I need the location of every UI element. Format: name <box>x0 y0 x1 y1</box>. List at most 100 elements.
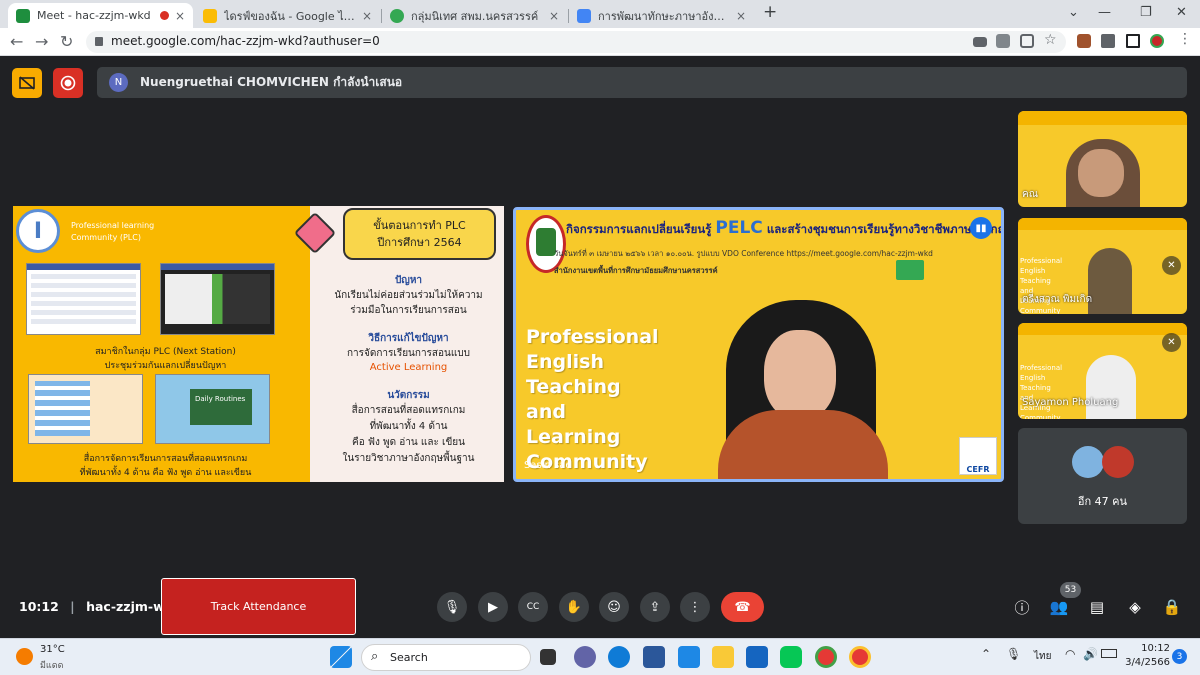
puzzle-icon[interactable] <box>1101 34 1115 48</box>
present-button[interactable]: ⇪ <box>640 592 670 622</box>
tab-strip: Meet - hac-zzjm-wkd × ไดรฟ์ของฉัน - Goog… <box>0 0 1200 28</box>
participant-person <box>1088 248 1132 314</box>
more-participants-tile[interactable]: อีก 47 คน <box>1018 428 1187 524</box>
line-icon[interactable] <box>780 646 802 668</box>
bookmark-star-icon[interactable]: ☆ <box>1044 32 1058 48</box>
captions-button[interactable]: CC <box>518 592 548 622</box>
pelc-text: PELC <box>715 218 763 238</box>
chat-icon[interactable]: ▤ <box>1086 596 1108 618</box>
presenting-banner: N Nuengruethai CHOMVICHEN กำลังนำเสนอ <box>97 67 1187 98</box>
captions-icon: CC <box>526 602 540 612</box>
tray-mic-icon[interactable]: 🎙 <box>1006 647 1021 661</box>
profile-avatar[interactable] <box>1150 34 1164 48</box>
participant-avatar <box>1072 446 1104 478</box>
camera-icon[interactable] <box>973 37 987 47</box>
speaker-person <box>696 260 906 479</box>
wifi-icon[interactable]: ◠ <box>1065 647 1075 661</box>
leave-call-button[interactable]: ☎ <box>721 592 764 622</box>
tab-title: ไดรฟ์ของฉัน - Google ไดรฟ์ <box>224 9 356 23</box>
forward-arrow-icon[interactable]: → <box>35 32 48 51</box>
reactions-button[interactable]: ☺ <box>599 592 629 622</box>
camera-button[interactable]: ▶ <box>478 592 508 622</box>
clock-date[interactable]: 3/4/2566 <box>1124 657 1170 668</box>
share-icon[interactable] <box>1020 34 1034 48</box>
activities-icon[interactable]: ◈ <box>1124 596 1146 618</box>
people-icon[interactable]: 👥 <box>1048 596 1070 618</box>
clock-time[interactable]: 10:12 <box>1124 643 1170 654</box>
record-icon[interactable] <box>53 68 83 98</box>
battery-icon[interactable] <box>1101 649 1117 658</box>
reload-icon[interactable]: ↻ <box>60 32 73 51</box>
chrome-icon[interactable] <box>815 646 837 668</box>
start-icon[interactable] <box>330 646 352 668</box>
file-explorer-icon[interactable] <box>712 646 734 668</box>
meeting-info: 10:12 | hac-zzjm-wkd <box>19 599 182 614</box>
present-off-icon[interactable] <box>12 68 42 98</box>
notification-badge[interactable]: 3 <box>1172 649 1187 664</box>
chrome-profile-icon[interactable] <box>849 646 871 668</box>
tab-meet[interactable]: Meet - hac-zzjm-wkd × <box>8 3 193 28</box>
input-language[interactable]: ไทย <box>1034 649 1051 664</box>
edge-icon[interactable] <box>608 646 630 668</box>
close-window-icon[interactable]: ✕ <box>1176 5 1187 20</box>
meet-favicon-icon <box>16 8 30 23</box>
mic-button[interactable]: 🎙 <box>437 592 467 622</box>
taskbar-search[interactable]: ⌕ Search <box>361 644 531 671</box>
raise-hand-button[interactable]: ✋ <box>559 592 589 622</box>
close-tab-icon[interactable]: × <box>736 9 746 23</box>
more-options-button[interactable]: ⋮ <box>680 592 710 622</box>
slide-logo: I <box>16 209 60 253</box>
presenter-avatar: N <box>109 73 128 92</box>
close-tab-icon[interactable]: × <box>549 9 559 23</box>
tab-title: กลุ่มนิเทศ สพม.นครสวรรค์ <box>411 9 539 23</box>
minimize-icon[interactable]: — <box>1098 5 1111 20</box>
meeting-time: 10:12 <box>19 599 59 614</box>
participant-tile[interactable]: Professional English Teaching and Learni… <box>1018 218 1187 314</box>
back-arrow-icon[interactable]: ← <box>10 32 23 51</box>
url-text: meet.google.com/hac-zzjm-wkd?authuser=0 <box>111 34 380 48</box>
problem-text: นักเรียนไม่ค่อยส่วนร่วมไม่ให้ความ ร่วมมื… <box>334 290 483 316</box>
mail-icon[interactable] <box>746 646 768 668</box>
innovation-heading: นวัตกรรม <box>387 390 430 401</box>
tray-chevron-icon[interactable]: ⌃ <box>981 647 991 661</box>
speaker-name: Sasin sae <box>524 460 572 471</box>
task-view-icon[interactable] <box>540 649 556 665</box>
word-icon[interactable] <box>643 646 665 668</box>
menu-dots-icon[interactable]: ⋮ <box>1178 31 1192 47</box>
lock-icon <box>95 37 103 46</box>
teams-icon[interactable] <box>574 646 596 668</box>
tab-drive[interactable]: ไดรฟ์ของฉัน - Google ไดรฟ์ × <box>195 3 380 28</box>
plc-steps-banner: ขั้นตอนการทำ PLC ปีการศึกษา 2564 <box>343 208 496 260</box>
address-bar[interactable]: meet.google.com/hac-zzjm-wkd?authuser=0 <box>86 31 1066 53</box>
new-tab-button[interactable]: + <box>763 2 777 22</box>
weather-sun-icon[interactable] <box>16 648 33 665</box>
site-favicon-icon <box>390 8 404 23</box>
app-l-icon[interactable] <box>678 646 700 668</box>
participant-name: ตรีงสวณ พิมเกิด <box>1022 294 1093 305</box>
translate-icon[interactable] <box>996 34 1010 48</box>
participant-tile[interactable]: คณ <box>1018 111 1187 207</box>
caption-game-media: สื่อการจัดการเรียนการสอนที่สอดแทรกเกม ที… <box>79 454 252 478</box>
tab-search-chevron-icon[interactable]: ⌄ <box>1068 5 1079 20</box>
meeting-details-icon[interactable]: ⓘ <box>1011 596 1033 618</box>
tab-title: Meet - hac-zzjm-wkd <box>37 9 151 22</box>
volume-icon[interactable]: 🔊 <box>1083 647 1098 661</box>
plc-title: Professional learning Community (PLC) <box>71 221 155 242</box>
maximize-icon[interactable]: ❐ <box>1140 5 1152 20</box>
recording-dot-icon <box>159 11 169 20</box>
sidebar-icon[interactable] <box>1126 34 1140 48</box>
close-tab-icon[interactable]: × <box>362 9 372 23</box>
track-attendance-button[interactable]: Track Attendance <box>161 578 356 635</box>
tile-banner <box>1018 111 1187 125</box>
participant-tile[interactable]: Professional English Teaching and Learni… <box>1018 323 1187 419</box>
presenter-label: Nuengruethai CHOMVICHEN กำลังนำเสนอ <box>140 75 403 89</box>
extension-icon[interactable] <box>1077 34 1091 48</box>
tab-supervision[interactable]: กลุ่มนิเทศ สพม.นครสวรรค์ × <box>382 3 567 28</box>
meeting-screenshot-2 <box>160 263 275 335</box>
tab-english[interactable]: การพัฒนาทักษะภาษาอังกฤษ English × <box>569 3 754 28</box>
video-camera-icon: ▶ <box>488 599 498 615</box>
caption-plc-members: สมาชิกในกลุ่ม PLC (Next Station) ประชุมร… <box>95 347 236 371</box>
host-controls-icon[interactable]: 🔒 <box>1161 596 1183 618</box>
tile-banner <box>1018 323 1187 335</box>
close-tab-icon[interactable]: × <box>175 9 185 23</box>
